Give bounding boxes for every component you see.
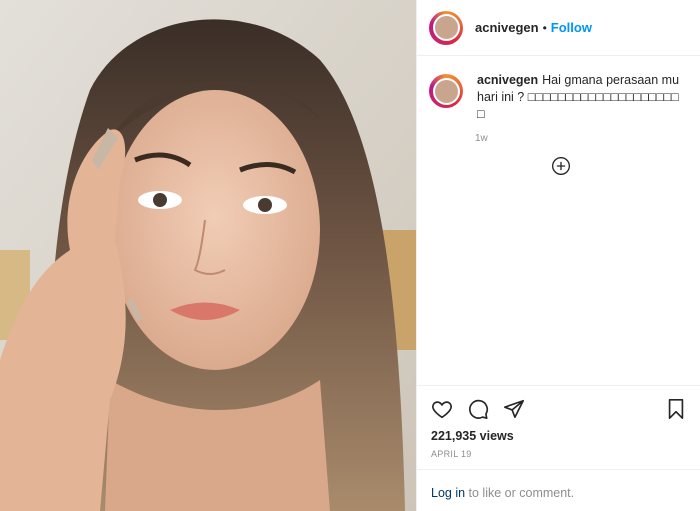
- username-link[interactable]: acnivegen: [475, 20, 539, 35]
- caption-avatar[interactable]: [429, 74, 463, 108]
- avatar[interactable]: [429, 10, 463, 45]
- separator-dot: •: [542, 20, 547, 35]
- post-photo[interactable]: [0, 0, 416, 511]
- view-count[interactable]: 221,935 views: [431, 429, 514, 443]
- comment-icon[interactable]: [467, 398, 489, 425]
- selfie-image: [0, 0, 416, 511]
- login-prompt: Log in to like or comment.: [417, 469, 700, 511]
- bookmark-icon[interactable]: [665, 398, 687, 425]
- caption-age: 1w: [475, 133, 488, 144]
- login-link[interactable]: Log in: [431, 486, 465, 500]
- caption-username[interactable]: acnivegen: [477, 73, 538, 87]
- caption-row: acnivegen Hai gmana perasaan mu hari ini …: [417, 56, 700, 123]
- heart-icon[interactable]: [431, 398, 453, 425]
- post-header: acnivegen • Follow: [417, 0, 700, 56]
- login-prompt-text: to like or comment.: [465, 486, 575, 500]
- action-bar: 221,935 views APRIL 19: [417, 385, 700, 470]
- plus-circle-icon[interactable]: [551, 156, 571, 181]
- paper-plane-icon[interactable]: [503, 398, 525, 425]
- post-side-panel: acnivegen • Follow acnivegen Hai gmana pe…: [416, 0, 700, 511]
- follow-button[interactable]: Follow: [551, 20, 592, 35]
- caption-text: acnivegen Hai gmana perasaan mu hari ini …: [477, 72, 686, 123]
- post-date[interactable]: APRIL 19: [431, 449, 472, 459]
